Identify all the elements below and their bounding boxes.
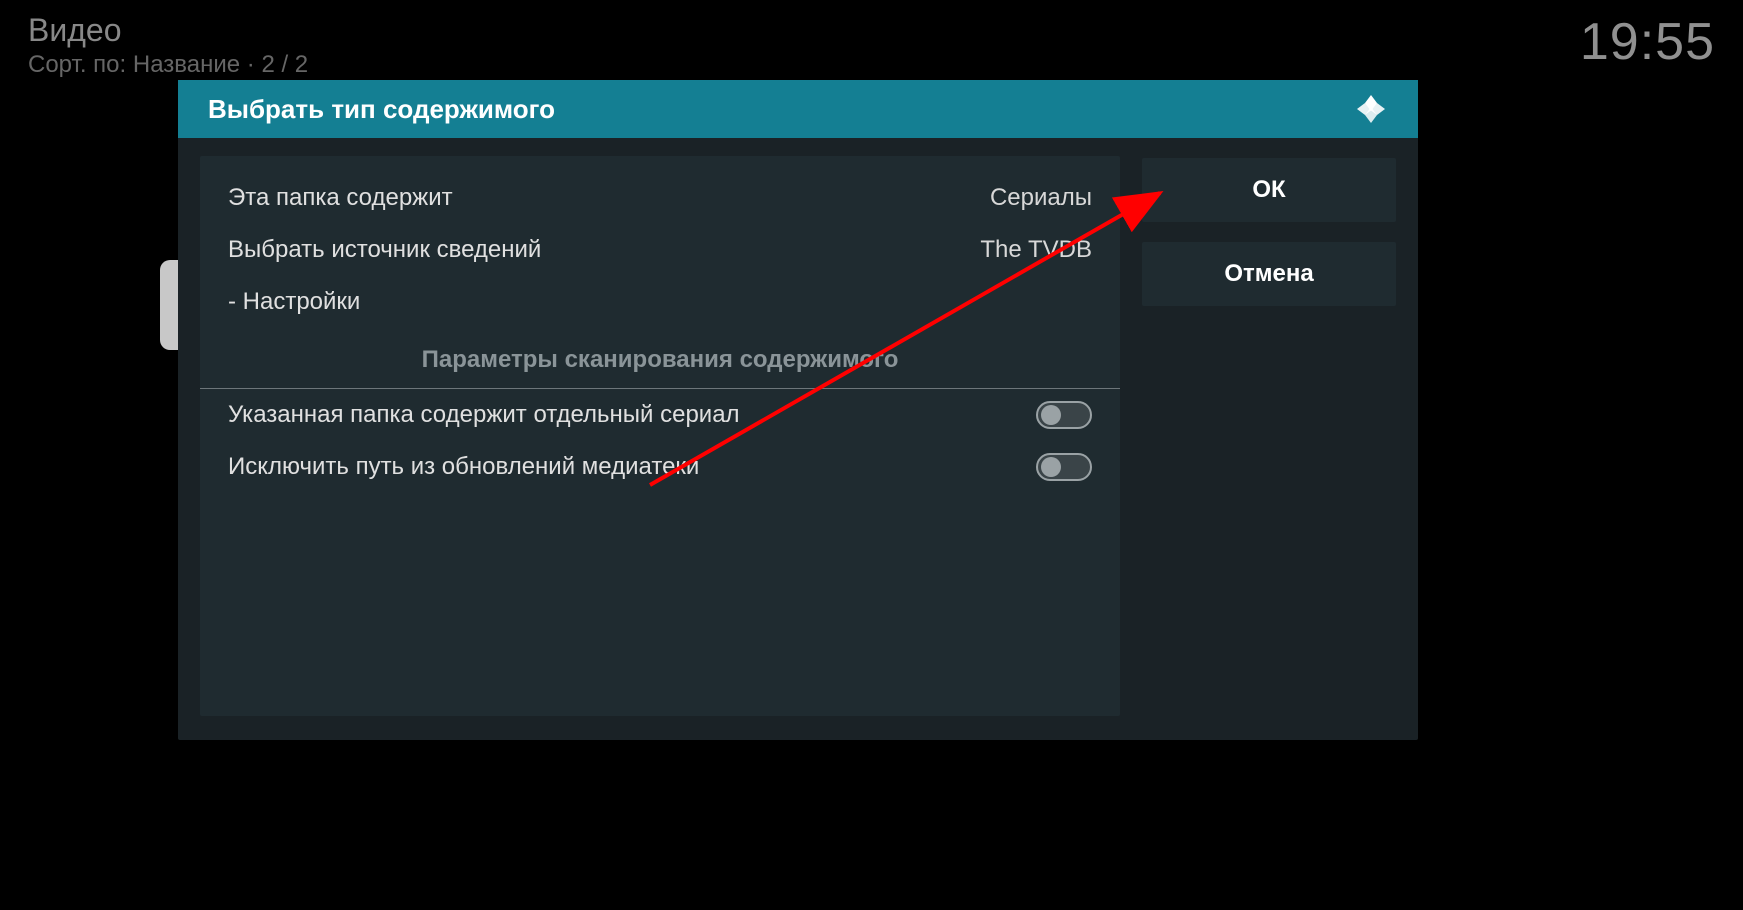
sort-value: Название	[133, 51, 240, 78]
toggle-switch[interactable]	[1036, 453, 1092, 481]
toggle-switch[interactable]	[1036, 401, 1092, 429]
ok-button[interactable]: ОК	[1142, 158, 1396, 222]
dialog-header: Выбрать тип содержимого	[178, 80, 1418, 138]
toggle-knob	[1041, 405, 1061, 425]
toggle-exclude-path[interactable]: Исключить путь из обновлений медиатеки	[200, 441, 1120, 493]
settings-panel: Эта папка содержит Сериалы Выбрать источ…	[200, 156, 1120, 716]
sort-separator: ·	[240, 51, 261, 78]
content-type-dialog: Выбрать тип содержимого Эта папка содерж…	[178, 80, 1418, 740]
background-header: Видео Сорт. по: Название · 2 / 2 19:55	[0, 0, 1743, 91]
setting-value: Сериалы	[990, 184, 1092, 212]
dialog-button-panel: ОК Отмена	[1142, 156, 1396, 716]
toggle-single-series[interactable]: Указанная папка содержит отдельный сериа…	[200, 389, 1120, 441]
page-indicator: 2 / 2	[261, 51, 308, 78]
sort-prefix: Сорт. по:	[28, 51, 133, 78]
sort-info: Сорт. по: Название · 2 / 2	[28, 51, 308, 79]
settings-list: Эта папка содержит Сериалы Выбрать источ…	[200, 156, 1120, 328]
setting-label: - Настройки	[228, 288, 360, 316]
clock: 19:55	[1580, 12, 1715, 72]
toggle-label: Указанная папка содержит отдельный сериа…	[228, 401, 740, 429]
setting-label: Выбрать источник сведений	[228, 236, 541, 264]
setting-info-source[interactable]: Выбрать источник сведений The TVDB	[200, 224, 1120, 276]
scanning-section-header: Параметры сканирования содержимого	[200, 328, 1120, 388]
kodi-logo-icon	[1354, 92, 1388, 126]
dialog-body: Эта папка содержит Сериалы Выбрать источ…	[178, 138, 1418, 740]
setting-folder-contains[interactable]: Эта папка содержит Сериалы	[200, 172, 1120, 224]
page-title: Видео	[28, 12, 308, 49]
setting-sub-settings[interactable]: - Настройки	[200, 276, 1120, 328]
cancel-button[interactable]: Отмена	[1142, 242, 1396, 306]
toggle-label: Исключить путь из обновлений медиатеки	[228, 453, 699, 481]
setting-label: Эта папка содержит	[228, 184, 453, 212]
background-header-left: Видео Сорт. по: Название · 2 / 2	[28, 12, 308, 79]
dialog-title: Выбрать тип содержимого	[208, 94, 555, 125]
toggle-knob	[1041, 457, 1061, 477]
setting-value: The TVDB	[980, 236, 1092, 264]
